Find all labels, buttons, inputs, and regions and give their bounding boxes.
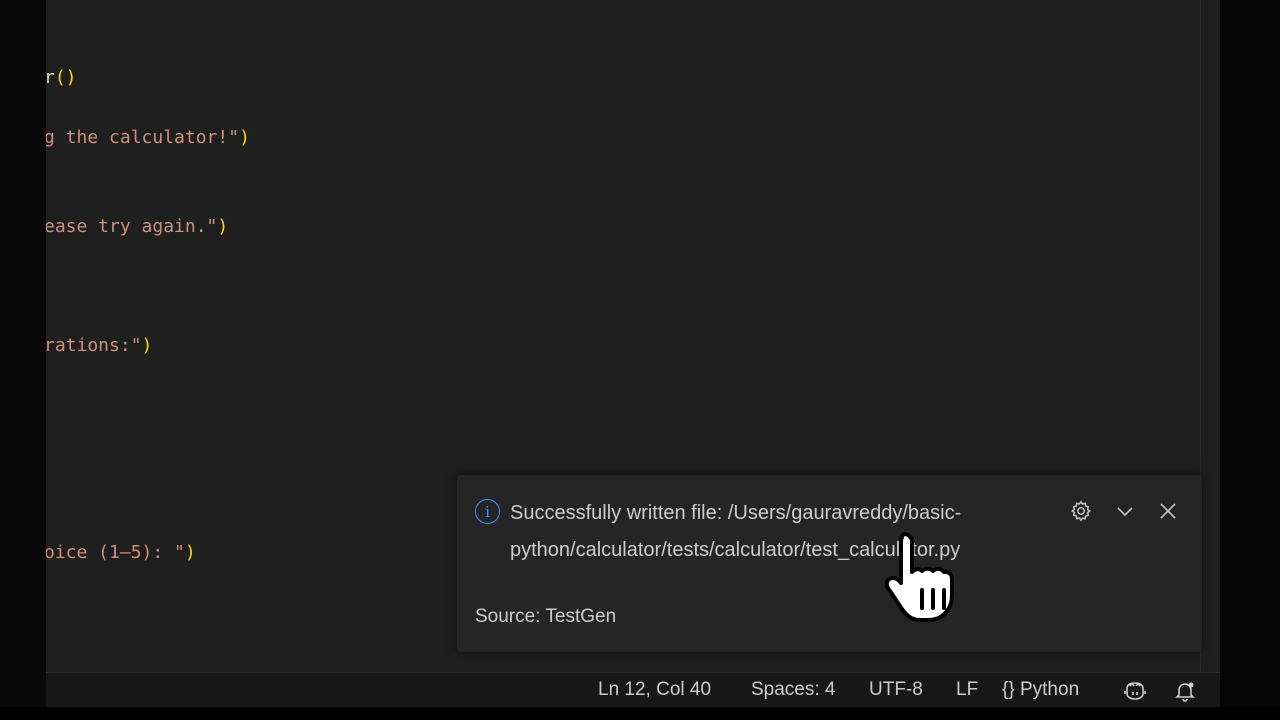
window-edge-right	[1220, 0, 1280, 720]
code-token-bracket: )	[239, 127, 250, 148]
copilot-status-button[interactable]	[1123, 680, 1147, 708]
code-token-function: r	[46, 67, 55, 88]
status-encoding[interactable]: UTF-8	[869, 679, 923, 701]
notification-source: Source: TestGen	[475, 606, 617, 627]
status-language-label: Python	[1019, 679, 1080, 700]
notification-settings-button[interactable]	[1067, 497, 1095, 525]
code-line: oice (1–5): ")	[46, 542, 196, 563]
code-token-string: oice (1–5): "	[46, 542, 185, 563]
status-language-mode[interactable]: {} Python	[1002, 679, 1079, 701]
notification-close-button[interactable]	[1154, 497, 1182, 525]
notification-toast: i Successfully written file: /Users/gaur…	[457, 475, 1202, 652]
info-icon: i	[475, 499, 500, 524]
gear-icon	[1070, 500, 1092, 522]
window-edge-bottom	[0, 707, 1280, 720]
code-token-bracket: )	[184, 542, 196, 563]
notification-collapse-button[interactable]	[1111, 497, 1139, 525]
code-token-string: rations:"	[46, 335, 142, 356]
hand-cursor-icon	[884, 532, 954, 622]
window-edge-left	[0, 0, 46, 720]
close-icon	[1160, 503, 1176, 519]
code-line: r()	[46, 67, 77, 88]
code-token-bracket: )	[217, 216, 229, 237]
bell-icon	[1175, 682, 1195, 702]
code-token-string: g the calculator!"	[46, 127, 240, 148]
copilot-icon	[1124, 682, 1146, 700]
code-line: ease try again.")	[46, 216, 228, 237]
status-cursor-position[interactable]: Ln 12, Col 40	[598, 679, 711, 701]
code-line: rations:")	[46, 335, 152, 356]
braces-icon: {}	[1002, 679, 1015, 700]
notifications-button[interactable]	[1174, 680, 1196, 708]
code-token-string: ease try again."	[46, 216, 218, 237]
status-bar: Ln 12, Col 40 Spaces: 4 UTF-8 LF {} Pyth…	[46, 672, 1220, 707]
status-line-ending[interactable]: LF	[956, 679, 978, 701]
code-token-bracket: ()	[54, 67, 77, 88]
chevron-down-icon	[1117, 507, 1133, 517]
notification-message-line: Successfully written file: /Users/gaurav…	[510, 502, 962, 524]
code-token-bracket: )	[141, 335, 153, 356]
code-line: g the calculator!")	[46, 127, 250, 148]
status-indentation[interactable]: Spaces: 4	[751, 679, 836, 701]
editor-scrollbar[interactable]	[1200, 0, 1220, 672]
